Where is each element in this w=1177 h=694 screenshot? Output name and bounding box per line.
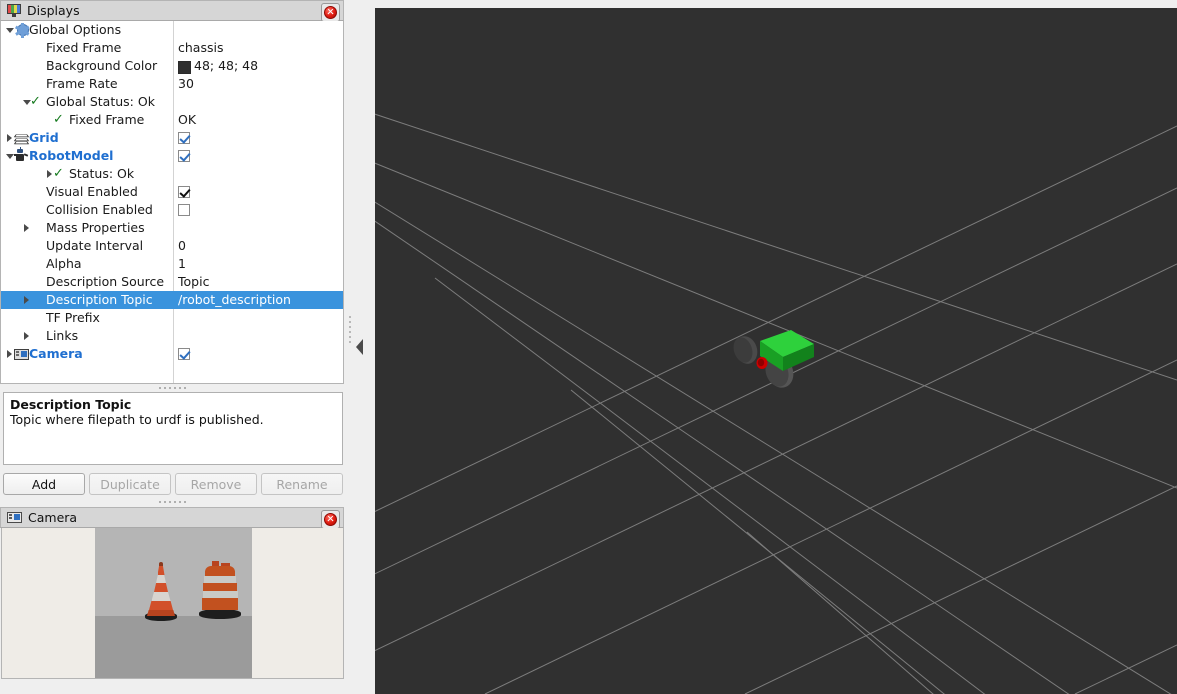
tree-row[interactable]: Links — [1, 327, 343, 345]
camera-panel-title: Camera — [28, 510, 78, 525]
tree-row-label: Mass Properties — [46, 220, 145, 235]
camera-image — [95, 528, 252, 678]
displays-tree[interactable]: Global Options Fixed Frame chassis Backgrou… — [0, 21, 344, 384]
camera-render-area[interactable] — [1, 528, 344, 679]
tree-row-label: Camera — [29, 346, 83, 361]
tree-row-label: Background Color — [46, 58, 158, 73]
visibility-checkbox[interactable] — [178, 132, 190, 144]
tree-row-label: Visual Enabled — [46, 184, 138, 199]
camera-icon — [14, 348, 29, 361]
tree-row[interactable]: Alpha 1 — [1, 255, 343, 273]
tree-row-label: RobotModel — [29, 148, 114, 163]
tree-row-label: Fixed Frame — [46, 40, 122, 55]
traffic-cone-barrel — [199, 561, 241, 621]
tree-row-value[interactable]: 30 — [178, 75, 194, 93]
tree-row[interactable]: ✓ Status: Ok — [1, 165, 343, 183]
render-viewport-3d[interactable] — [375, 8, 1177, 694]
tree-row-label: Grid — [29, 130, 59, 145]
check-icon: ✓ — [30, 94, 41, 109]
camera-icon — [7, 511, 22, 524]
tree-row-value[interactable]: Topic — [178, 273, 209, 291]
robot-icon — [14, 147, 29, 163]
tree-row-label: Links — [46, 328, 79, 343]
check-icon: ✓ — [53, 166, 64, 181]
tree-row-value[interactable]: 0 — [178, 237, 186, 255]
camera-ground-plane — [95, 616, 252, 678]
traffic-cone-tall — [145, 562, 177, 621]
displays-close-button[interactable] — [321, 3, 340, 22]
chevron-right-icon[interactable] — [23, 219, 32, 237]
tree-row[interactable]: Visual Enabled — [1, 183, 343, 201]
tree-row-label: Fixed Frame — [69, 112, 145, 127]
tree-row-label: Update Interval — [46, 238, 144, 253]
tree-row-label: Global Status: Ok — [46, 94, 155, 109]
tree-row-label: Description Source — [46, 274, 165, 289]
tree-row[interactable]: Update Interval 0 — [1, 237, 343, 255]
visibility-checkbox[interactable] — [178, 204, 190, 216]
tree-row-label: Collision Enabled — [46, 202, 153, 217]
splitter-grip-dots — [349, 313, 353, 346]
tree-row-value[interactable]: OK — [178, 111, 196, 129]
visibility-checkbox[interactable] — [178, 348, 190, 360]
gear-icon — [15, 22, 30, 38]
tree-row[interactable]: Grid — [1, 129, 343, 147]
grid-icon — [13, 132, 30, 145]
camera-dock: Camera — [0, 507, 350, 694]
add-button[interactable]: Add — [3, 473, 85, 495]
description-text: Topic where filepath to urdf is publishe… — [10, 412, 264, 427]
displays-panel-titlebar: Displays — [0, 0, 344, 22]
tree-row[interactable]: Global Options — [1, 21, 343, 39]
tree-row[interactable]: RobotModel — [1, 147, 343, 165]
robot-model — [733, 330, 814, 388]
tree-row[interactable]: Camera — [1, 345, 343, 363]
camera-panel-grip[interactable] — [0, 498, 344, 506]
rename-button[interactable]: Rename — [261, 473, 343, 495]
monitor-icon — [7, 4, 21, 17]
tree-row-label: Global Options — [29, 22, 122, 37]
chevron-right-icon[interactable] — [23, 327, 32, 345]
tree-row-value[interactable]: chassis — [178, 39, 223, 57]
visibility-checkbox[interactable] — [178, 186, 190, 198]
tree-row[interactable]: Frame Rate 30 — [1, 75, 343, 93]
panel-grip[interactable] — [0, 384, 344, 392]
tree-row[interactable]: ✓ Global Status: Ok — [1, 93, 343, 111]
remove-button[interactable]: Remove — [175, 473, 257, 495]
tree-row-label: Status: Ok — [69, 166, 135, 181]
color-swatch[interactable] — [178, 61, 191, 74]
property-description-box: Description Topic Topic where filepath t… — [3, 392, 343, 465]
tree-row[interactable]: Collision Enabled — [1, 201, 343, 219]
tree-row-value[interactable]: 1 — [178, 255, 186, 273]
tree-row[interactable]: Mass Properties — [1, 219, 343, 237]
tree-row-label: Description Topic — [46, 292, 153, 307]
tree-row[interactable]: Fixed Frame chassis — [1, 39, 343, 57]
displays-button-row: Add Duplicate Remove Rename — [3, 473, 343, 495]
left-dock: Displays Global Options Fixed Frame chassi… — [0, 0, 350, 694]
tree-row[interactable]: Description Topic/robot_description — [1, 291, 343, 309]
chevron-down-icon[interactable] — [6, 21, 15, 39]
tree-row[interactable]: ✓ Fixed Frame OK — [1, 111, 343, 129]
camera-panel-titlebar: Camera — [0, 507, 344, 529]
duplicate-button[interactable]: Duplicate — [89, 473, 171, 495]
tree-row[interactable]: Description Source Topic — [1, 273, 343, 291]
camera-close-button[interactable] — [321, 510, 340, 529]
tree-row-label: Frame Rate — [46, 76, 118, 91]
tree-row-value[interactable]: 48; 48; 48 — [194, 57, 258, 75]
tree-row-label: Alpha — [46, 256, 82, 271]
tree-row-label: TF Prefix — [46, 310, 100, 325]
dock-splitter[interactable] — [344, 0, 375, 694]
description-title: Description Topic — [10, 397, 132, 412]
displays-panel-title: Displays — [27, 3, 80, 18]
visibility-checkbox[interactable] — [178, 150, 190, 162]
chevron-left-icon[interactable] — [356, 339, 363, 355]
rviz-window: Displays Global Options Fixed Frame chassi… — [0, 0, 1177, 694]
check-icon: ✓ — [53, 112, 64, 127]
tree-row[interactable]: Background Color 48; 48; 48 — [1, 57, 343, 75]
chevron-right-icon[interactable] — [23, 291, 32, 309]
tree-row-value[interactable]: /robot_description — [178, 291, 291, 309]
tree-row[interactable]: TF Prefix — [1, 309, 343, 327]
